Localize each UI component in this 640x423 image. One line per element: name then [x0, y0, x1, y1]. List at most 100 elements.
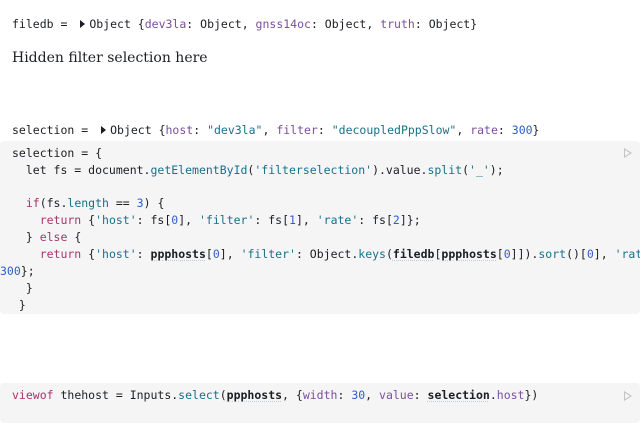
host-key: host [166, 123, 194, 137]
code-text: [ [497, 247, 504, 261]
rate-key: rate [470, 123, 498, 137]
colon: : [318, 123, 332, 137]
expand-triangle-icon[interactable] [101, 126, 106, 134]
colon: : [193, 123, 207, 137]
code-number: 2 [393, 213, 400, 227]
code-text: : fs[ [137, 213, 172, 227]
code-line: } [12, 281, 33, 295]
ppphosts-reference[interactable]: ppphosts [151, 247, 206, 261]
code-text: } [12, 281, 33, 295]
code-method: sort [538, 247, 566, 261]
code-text: { [81, 247, 95, 261]
entry-key: dev3la [145, 17, 187, 31]
code-line: return {'host': ppphosts[0], 'filter': O… [12, 247, 640, 261]
assign-op: = [54, 17, 75, 31]
colon: : [415, 17, 429, 31]
host-value: "dev3la" [207, 123, 262, 137]
code-text: : Object. [296, 247, 358, 261]
code-text: ( [462, 163, 469, 177]
assign-op: = [74, 123, 95, 137]
code-text: let fs = document. [12, 163, 150, 177]
comma: , [242, 17, 256, 31]
entry-key: truth [380, 17, 415, 31]
code-text: ], [178, 213, 199, 227]
code-text: ], [220, 247, 241, 261]
code-text: ]}; [400, 213, 421, 227]
code-text: ]]). [511, 247, 539, 261]
code-text: : [137, 247, 151, 261]
code-text: ()[ [566, 247, 587, 261]
rate-value: 300 [512, 123, 533, 137]
code-text: } [12, 230, 40, 244]
selection-output: selection = Object {host: "dev3la", filt… [12, 123, 539, 137]
code-text: { [81, 213, 95, 227]
code-text: : fs[ [254, 213, 289, 227]
code-string: 'filterselection' [254, 163, 372, 177]
code-number: 0 [587, 247, 594, 261]
hidden-filter-text: Hidden filter selection here [12, 50, 208, 66]
code-string: 'host' [95, 213, 137, 227]
code-text: ) { [144, 196, 165, 210]
code-text: : fs[ [358, 213, 393, 227]
entry-value: Object [200, 17, 242, 31]
expand-triangle-icon[interactable] [80, 20, 85, 28]
code-text: [ [206, 247, 213, 261]
run-cell-icon[interactable] [624, 148, 632, 158]
entry-key: gnss14oc [256, 17, 311, 31]
code-string: '_' [469, 163, 490, 177]
filedb-output: filedb = Object {dev3la: Object, gnss14o… [12, 17, 477, 31]
code-text: { [67, 230, 81, 244]
code-method: keys [358, 247, 386, 261]
code-line: if(fs.length == 3) { [12, 196, 164, 210]
brace-close: } [533, 123, 540, 137]
code-text: (fs. [40, 196, 68, 210]
entry-value: Object [429, 17, 471, 31]
code-property: length [67, 196, 109, 210]
code-number: 300 [0, 264, 21, 278]
code-keyword: return [12, 213, 81, 227]
colon: : [311, 17, 325, 31]
code-method: split [427, 163, 462, 177]
code-number: 1 [289, 213, 296, 227]
brace-open: { [152, 123, 166, 137]
comma: , [456, 123, 470, 137]
code-number: 0 [504, 247, 511, 261]
code-string: 'rate' [317, 213, 359, 227]
code-keyword: return [12, 247, 81, 261]
brace-open: { [131, 17, 145, 31]
code-text: ).value. [372, 163, 427, 177]
ppphosts-reference[interactable]: ppphosts [441, 247, 496, 261]
code-text: ); [490, 163, 504, 177]
code-keyword: else [40, 230, 68, 244]
code-text: ( [386, 247, 393, 261]
code-string: 'filter' [241, 247, 296, 261]
code-line: 300}; [0, 264, 35, 278]
code-keyword: if [12, 196, 40, 210]
comma: , [366, 17, 380, 31]
code-text: ], [296, 213, 317, 227]
code-string: 'host' [95, 247, 137, 261]
code-line: let fs = document.getElementById ( 'filter… [12, 163, 504, 177]
object-type[interactable]: Object [89, 17, 131, 31]
code-line: } else { [12, 230, 81, 244]
comma: , [262, 123, 276, 137]
code-text: selection = { [12, 146, 102, 160]
code-string: 'rate' [615, 247, 640, 261]
code-string: 'filter' [199, 213, 254, 227]
filter-value: "decoupledPppSlow" [332, 123, 457, 137]
code-method: getElementById [150, 163, 247, 177]
code-number: 0 [213, 247, 220, 261]
filter-key: filter [276, 123, 318, 137]
code-text: } [12, 298, 26, 312]
filedb-name: filedb [12, 17, 54, 31]
code-cell-selection[interactable]: selection = { let fs = document.getEleme… [0, 141, 640, 314]
code-line: return {'host': fs[0], 'filter': fs[1], … [12, 213, 421, 227]
selection-name: selection [12, 123, 74, 137]
filedb-reference[interactable]: filedb [393, 247, 435, 261]
code-line: selection = { [12, 146, 102, 160]
code-cell-thehost[interactable]: viewof thehost = Inputs.select(ppphosts,… [0, 383, 640, 423]
code-text: == [109, 196, 137, 210]
object-type[interactable]: Object [110, 123, 152, 137]
brace-close: } [470, 17, 477, 31]
code-text: ], [594, 247, 615, 261]
